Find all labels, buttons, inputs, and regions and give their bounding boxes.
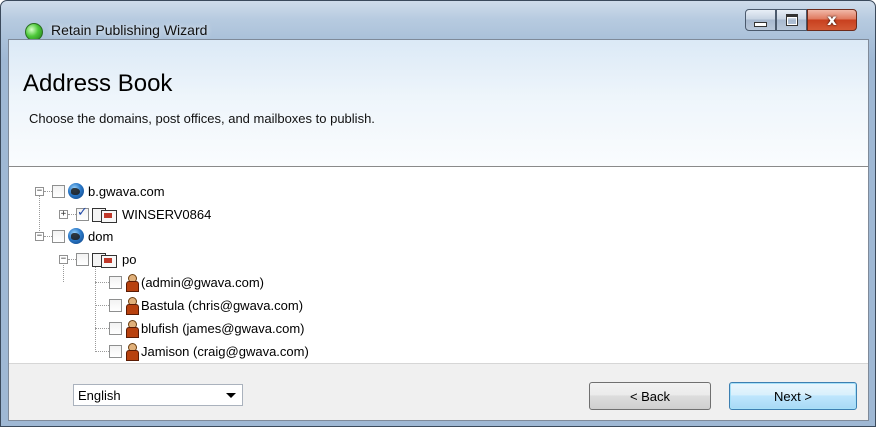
post-office-icon-part [104, 258, 112, 263]
node-label: b.gwava.com [88, 183, 165, 199]
node-label: (admin@gwava.com) [141, 274, 265, 290]
node-checkbox[interactable] [52, 184, 65, 198]
back-button[interactable]: < Back [589, 382, 711, 410]
wizard-client-area: Address Book Choose the domains, post of… [8, 39, 869, 421]
node-checkbox[interactable] [109, 321, 122, 335]
post-office-icon [92, 206, 118, 223]
maximize-button[interactable] [776, 9, 807, 31]
globe-icon [68, 183, 84, 199]
node-checkbox[interactable] [109, 298, 122, 312]
node-label: Jamison (craig@gwava.com) [141, 343, 309, 359]
dropdown-arrow-icon [226, 393, 236, 398]
collapse-toggle[interactable]: − [35, 186, 44, 196]
caption-buttons: x [745, 9, 857, 33]
tree-connector [68, 258, 76, 260]
collapse-toggle[interactable]: − [59, 254, 68, 264]
title-bar[interactable]: Retain Publishing Wizard x [1, 1, 875, 41]
node-label: Bastula (chris@gwava.com) [141, 297, 304, 313]
wizard-footer: English < Back Next > [9, 363, 868, 420]
user-icon-part [126, 350, 139, 361]
maximize-icon [785, 14, 798, 26]
next-button[interactable]: Next > [729, 382, 857, 410]
post-office-icon-part [104, 213, 112, 218]
tree-connector [44, 190, 52, 192]
tree-node-post-office[interactable]: + WINSERV0864 [59, 203, 211, 225]
tree-connector [95, 304, 109, 306]
post-office-icon [92, 251, 118, 268]
node-label: WINSERV0864 [122, 206, 212, 222]
minimize-icon [754, 21, 767, 27]
node-label: po [122, 251, 137, 267]
close-icon: x [827, 11, 837, 29]
tree-connector [95, 350, 109, 352]
globe-icon [68, 228, 84, 244]
node-checkbox[interactable] [109, 275, 122, 289]
page-title: Address Book [23, 70, 173, 97]
tree-node-domain[interactable]: − dom [35, 225, 113, 247]
tree-connector [95, 281, 109, 283]
language-select-value: English [78, 387, 121, 403]
node-checkbox[interactable] [76, 205, 89, 221]
node-checkbox[interactable] [109, 344, 122, 358]
user-icon-part [126, 327, 139, 338]
collapse-toggle[interactable]: − [35, 231, 44, 241]
tree-connector [68, 213, 76, 215]
user-icon-part [126, 281, 139, 292]
user-icon [125, 274, 139, 292]
tree-node-domain[interactable]: − b.gwava.com [35, 180, 165, 202]
address-book-tree[interactable]: − b.gwava.com + WINSERV0864 − [9, 167, 868, 363]
tree-node-mailbox[interactable]: (admin@gwava.com) [95, 271, 264, 293]
tree-connector [95, 327, 109, 329]
wizard-header: Address Book Choose the domains, post of… [9, 40, 868, 167]
user-icon [125, 297, 139, 315]
window-title: Retain Publishing Wizard [51, 22, 208, 38]
tree-node-mailbox[interactable]: Bastula (chris@gwava.com) [95, 294, 303, 316]
node-label: dom [88, 228, 114, 244]
user-icon [125, 320, 139, 338]
close-button[interactable]: x [807, 9, 857, 31]
page-description: Choose the domains, post offices, and ma… [29, 111, 375, 126]
user-icon-part [126, 304, 139, 315]
expand-toggle[interactable]: + [59, 209, 68, 219]
node-label: blufish (james@gwava.com) [141, 320, 305, 336]
tree-connector [44, 235, 52, 237]
node-checkbox[interactable] [76, 252, 89, 266]
node-checkbox[interactable] [52, 229, 65, 243]
user-icon [125, 343, 139, 361]
tree-node-mailbox[interactable]: blufish (james@gwava.com) [95, 317, 304, 339]
tree-node-mailbox[interactable]: Jamison (craig@gwava.com) [95, 340, 309, 362]
minimize-button[interactable] [745, 9, 776, 31]
tree-node-post-office[interactable]: − po [59, 248, 136, 270]
language-select[interactable]: English [73, 384, 243, 406]
wizard-window: Retain Publishing Wizard x Address Book … [0, 0, 876, 427]
